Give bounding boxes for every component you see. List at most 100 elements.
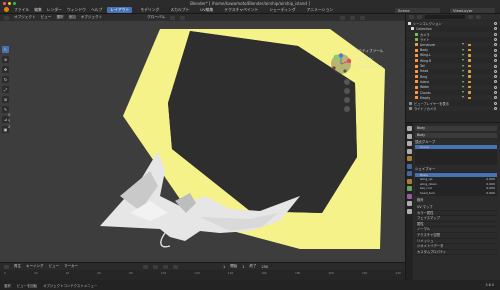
timeline-menu-marker[interactable]: マーカー	[64, 264, 78, 269]
timeline-area[interactable]: 0 20 40 60 80 100 120 140 160 180 200 220 240	[0, 270, 405, 280]
cursor-tool[interactable]: ⊕	[2, 56, 9, 63]
properties-tab-icon[interactable]	[407, 208, 412, 214]
proportional-edit-icon[interactable]	[180, 15, 186, 20]
frame-end-field[interactable]: 250	[261, 265, 268, 269]
jump-start-icon[interactable]	[143, 264, 148, 269]
sidebar-tab-options[interactable]: オプション	[355, 57, 384, 62]
shading-material-icon[interactable]	[360, 15, 366, 20]
editor-type-icon[interactable]	[4, 15, 9, 20]
shape-key-item[interactable]: head_turn 0.000	[415, 191, 497, 195]
workspace-tab-modeling[interactable]: モデリング	[137, 7, 162, 13]
annotate-tool[interactable]: ✎	[2, 106, 9, 113]
shading-solid-icon[interactable]	[350, 15, 356, 20]
overlay-icon[interactable]	[340, 15, 346, 20]
vertex-group-list[interactable]: Group	[415, 145, 497, 165]
visibility-eye-icon[interactable]	[494, 38, 497, 42]
frame-start-field[interactable]: 1	[242, 265, 244, 269]
snap-icon[interactable]	[170, 15, 176, 20]
blender-logo-icon[interactable]	[4, 7, 9, 12]
workspace-tab-shading[interactable]: シェーディング	[266, 7, 298, 13]
visibility-eye-icon[interactable]	[494, 80, 497, 84]
sidebar-tab-transform[interactable]: トランスフォーム	[355, 65, 384, 70]
menu-help[interactable]: ヘルプ	[91, 7, 102, 13]
relative-checkbox[interactable]: 相対	[415, 198, 497, 203]
timeline-editor-icon[interactable]	[4, 264, 9, 269]
menu-window[interactable]: ウィンドウ	[67, 7, 86, 13]
visibility-eye-icon[interactable]	[494, 91, 497, 95]
select-box-tool[interactable]: ↖	[2, 46, 9, 53]
zoom-icon[interactable]	[344, 79, 350, 85]
perspective-toggle-icon[interactable]	[344, 106, 350, 112]
play-reverse-icon[interactable]	[153, 264, 158, 269]
visibility-eye-icon[interactable]	[494, 106, 497, 110]
view-layer-selector[interactable]: ViewLayer	[450, 7, 495, 13]
properties-tab-icon[interactable]	[407, 178, 412, 184]
orientation-selector[interactable]: グローバル	[147, 15, 165, 20]
timeline-menu-keying[interactable]: キーイング	[26, 264, 44, 269]
properties-tab-icon[interactable]	[407, 133, 412, 139]
outliner-search-input[interactable]	[425, 15, 465, 19]
menu-edit[interactable]: 編集	[34, 7, 42, 13]
scene-selector[interactable]: Scene	[395, 7, 440, 13]
camera-view-icon[interactable]	[344, 97, 350, 103]
menu-render[interactable]: レンダー	[47, 7, 62, 13]
new-collection-icon[interactable]	[476, 15, 481, 19]
display-mode-icon[interactable]	[417, 15, 422, 19]
visibility-eye-icon[interactable]	[494, 22, 497, 26]
properties-tab-icon[interactable]	[407, 193, 412, 199]
properties-tab-icon[interactable]	[407, 156, 412, 161]
properties-tab-icon[interactable]	[407, 148, 412, 154]
move-tool[interactable]: ✥	[2, 66, 9, 73]
current-frame-field[interactable]: 1	[223, 265, 225, 269]
visibility-eye-icon[interactable]	[494, 43, 497, 47]
visibility-eye-icon[interactable]	[494, 27, 497, 31]
shape-key-value[interactable]: 0.000	[486, 191, 495, 195]
properties-tab-icon[interactable]	[407, 186, 412, 191]
visibility-eye-icon[interactable]	[494, 53, 497, 57]
visibility-eye-icon[interactable]	[494, 101, 497, 105]
visibility-eye-icon[interactable]	[494, 48, 497, 52]
properties-tab-icon[interactable]	[407, 201, 412, 206]
visibility-eye-icon[interactable]	[494, 75, 497, 79]
properties-section-header[interactable]: カスタムプロパティ	[415, 250, 497, 256]
menu-file[interactable]: ファイル	[14, 7, 29, 13]
properties-tab-icon[interactable]	[407, 163, 412, 169]
navigation-gizmo[interactable]	[330, 53, 352, 75]
filter-icon[interactable]	[468, 15, 473, 19]
viewport-menu-add[interactable]: 追加	[69, 15, 76, 20]
jump-end-icon[interactable]	[173, 264, 178, 269]
outliner-row[interactable]: ライト / カメラ	[406, 105, 500, 112]
transform-tool[interactable]: ⊞	[2, 96, 9, 103]
visibility-eye-icon[interactable]	[494, 32, 497, 36]
visibility-eye-icon[interactable]	[494, 69, 497, 73]
workspace-tab-animation[interactable]: アニメーション	[304, 7, 336, 13]
3d-viewport[interactable]: ↖ ⊕ ✥ ↻ ⤢ ⊞ ✎ ⊿ ▣ X Y Z アクティブツール オプション ト…	[0, 21, 405, 262]
visibility-eye-icon[interactable]	[494, 64, 497, 68]
workspace-tab-layout[interactable]: レイアウト	[107, 6, 133, 13]
properties-tab-icon[interactable]	[407, 126, 412, 131]
viewport-menu-view[interactable]: ビュー	[41, 15, 52, 20]
visibility-eye-icon[interactable]	[494, 85, 497, 89]
viewport-menu-select[interactable]: 選択	[56, 15, 63, 20]
properties-tab-icon[interactable]	[407, 171, 412, 176]
workspace-tab-texture-paint[interactable]: テクスチャペイント	[221, 7, 261, 13]
sidebar-tab-active-tool[interactable]: アクティブツール	[355, 49, 384, 54]
viewport-menu-object[interactable]: オブジェクト	[81, 15, 103, 20]
timeline-menu-view[interactable]: ビュー	[49, 264, 60, 269]
workspace-tab-uv[interactable]: UV編集	[197, 7, 216, 13]
properties-tab-icon[interactable]	[407, 141, 412, 146]
visibility-eye-icon[interactable]	[494, 96, 497, 100]
mesh-data-field[interactable]: Body	[415, 133, 497, 138]
scale-tool[interactable]: ⤢	[2, 86, 9, 93]
workspace-tab-sculpt[interactable]: スカルプト	[167, 7, 192, 13]
play-icon[interactable]	[163, 264, 168, 269]
object-name-field[interactable]: Body	[415, 126, 497, 131]
pan-icon[interactable]	[344, 88, 350, 94]
rotate-tool[interactable]: ↻	[2, 76, 9, 83]
outliner-editor-icon[interactable]	[409, 15, 414, 19]
vertex-group-item[interactable]: Group	[415, 145, 497, 150]
timeline-menu-playback[interactable]: 再生	[14, 264, 21, 269]
visibility-eye-icon[interactable]	[494, 59, 497, 63]
mode-selector[interactable]: オブジェクト	[14, 15, 36, 20]
shape-key-list[interactable]: Basis wing_up 0.000 wing_down 0.000 tail_curl…	[415, 172, 497, 196]
